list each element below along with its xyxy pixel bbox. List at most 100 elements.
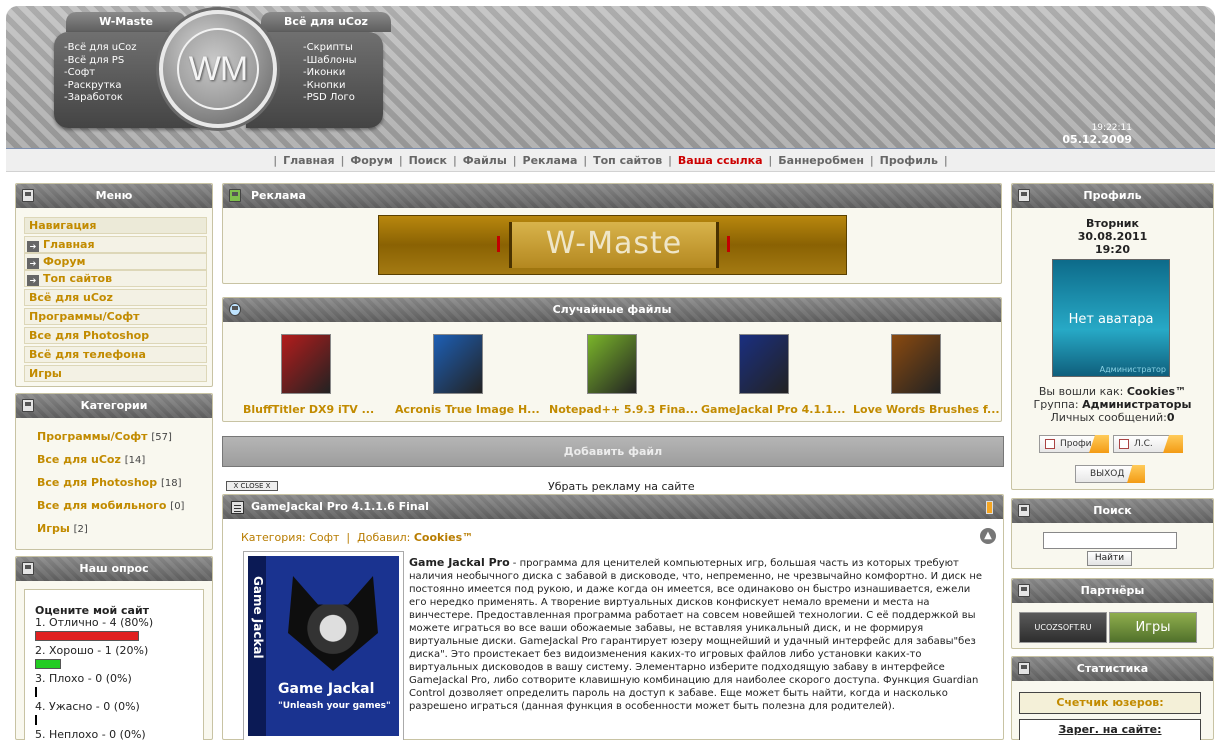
logo-link[interactable]: -Шаблоны — [303, 55, 357, 68]
article-image[interactable]: Game Jackal Game Jackal "Unleash your ga… — [243, 551, 404, 740]
nav-forum[interactable]: Форум — [350, 154, 393, 167]
menu-item-photoshop[interactable]: Все для Photoshop — [24, 327, 207, 344]
article-header: GameJackal Pro 4.1.1.6 Final — [223, 495, 1003, 519]
money-icon — [229, 189, 241, 202]
block-header: Меню — [16, 184, 212, 208]
remove-ad-link[interactable]: Убрать рекламу на сайте — [548, 480, 695, 493]
logout-button[interactable]: ВЫХОД — [1075, 465, 1145, 483]
poll-bar — [35, 631, 139, 641]
close-ad-button[interactable]: X CLOSE X — [226, 481, 278, 491]
logo-link[interactable]: -Раскрутка — [64, 80, 137, 93]
category-item[interactable]: Все для Photoshop [18] — [37, 476, 181, 489]
nav-sep: | — [273, 154, 278, 167]
logo-link[interactable]: -Всё для PS — [64, 55, 137, 68]
pm-button[interactable]: Л.С. — [1113, 435, 1183, 453]
category-item[interactable]: Все для uCoz [14] — [37, 453, 145, 466]
category-label: Категория: — [241, 531, 306, 544]
file-thumbnail — [738, 334, 789, 394]
partner-banner-ucozsoft[interactable]: UCOZSOFT.RU — [1019, 612, 1107, 643]
logged-user[interactable]: Cookies™ — [1127, 385, 1186, 398]
logo-link[interactable]: -Заработок — [64, 92, 137, 105]
block-header: Наш опрос — [16, 557, 212, 581]
file-thumbnail — [280, 334, 331, 394]
poll-option: 1. Отлично - 4 (80%) — [35, 616, 154, 629]
nav-banner-exchange[interactable]: Баннеробмен — [778, 154, 864, 167]
file-thumbnail — [586, 334, 637, 394]
menu-item-games[interactable]: Игры — [24, 365, 207, 382]
messages-label: Личных сообщений: — [1050, 411, 1167, 424]
category-item[interactable]: Программы/Софт [57] — [37, 430, 172, 443]
menu-item-software[interactable]: Программы/Софт — [24, 308, 207, 325]
partners-block: Партнёры UCOZSOFT.RU Игры — [1011, 578, 1214, 649]
arrow-up-icon[interactable]: ▲ — [980, 528, 996, 544]
block-title: Партнёры — [1080, 584, 1145, 597]
menu-item-label: Топ сайтов — [43, 272, 113, 285]
block-header: Статистика — [1012, 657, 1213, 681]
block-header: Случайные файлы — [223, 298, 1001, 322]
menu-list: Навигация ➔ Главная ➔ Форум ➔ Топ сайтов Вс… — [24, 217, 207, 384]
categories-block: Категории Программы/Софт [57] Все для uC… — [15, 393, 213, 550]
logo-link[interactable]: -Софт — [64, 67, 137, 80]
article-author[interactable]: Cookies™ — [414, 531, 473, 544]
logo-link[interactable]: -Иконки — [303, 67, 357, 80]
category-item[interactable]: Все для мобильного [0] — [37, 499, 184, 512]
nav-search[interactable]: Поиск — [409, 154, 447, 167]
block-icon — [1018, 504, 1030, 517]
file-card[interactable]: Notepad++ 5.9.3 Fina... — [549, 334, 698, 416]
block-header: Категории — [16, 394, 212, 418]
nav-your-link[interactable]: Ваша ссылка — [678, 154, 763, 167]
article-body: - программа для ценителей компьютерных и… — [409, 558, 983, 712]
block-title: Поиск — [1093, 504, 1132, 517]
logo-link[interactable]: -PSD Лого — [303, 92, 357, 105]
nav-home[interactable]: Главная — [283, 154, 335, 167]
menu-item-label: Форум — [43, 255, 86, 268]
user-counter: Счетчик юзеров: — [1019, 692, 1201, 714]
logo-link[interactable]: -Кнопки — [303, 80, 357, 93]
pm-button-label: Л.С. — [1134, 439, 1153, 449]
add-file-button[interactable]: Добавить файл — [222, 436, 1004, 467]
profile-button[interactable]: Профиль — [1039, 435, 1109, 453]
site-logo[interactable]: WM — [159, 10, 277, 128]
messages-count[interactable]: 0 — [1167, 411, 1175, 424]
arrow-right-icon: ➔ — [27, 258, 39, 269]
file-card[interactable]: BluffTitler DX9 iTV ... — [243, 334, 374, 416]
registered-online-label[interactable]: Зарег. на сайте: — [1058, 723, 1161, 736]
block-title: Профиль — [1083, 189, 1142, 202]
file-card[interactable]: Love Words Brushes f... — [853, 334, 1000, 416]
ad-banner[interactable]: W-Maste — [378, 215, 847, 275]
collapse-icon[interactable] — [986, 501, 993, 514]
header-date: 05.12.2009 — [1062, 133, 1132, 146]
menu-item-top-sites[interactable]: ➔ Топ сайтов — [24, 270, 207, 287]
category-name: Все для Photoshop — [37, 476, 158, 489]
menu-item-ucoz[interactable]: Всё для uCoz — [24, 289, 207, 306]
logo-link[interactable]: -Скрипты — [303, 42, 357, 55]
search-input[interactable] — [1043, 532, 1177, 549]
block-title: Меню — [95, 189, 133, 202]
menu-item-forum[interactable]: ➔ Форум — [24, 253, 207, 270]
article-category[interactable]: Софт — [309, 531, 339, 544]
file-card[interactable]: GameJackal Pro 4.1.1... — [701, 334, 846, 416]
nav-top-sites[interactable]: Топ сайтов — [593, 154, 662, 167]
bulb-icon — [229, 303, 241, 316]
menu-item-home[interactable]: ➔ Главная — [24, 236, 207, 253]
avatar[interactable]: Нет аватара Администратор — [1052, 259, 1170, 377]
article-title[interactable]: GameJackal Pro 4.1.1.6 Final — [251, 500, 429, 513]
file-card[interactable]: Acronis True Image H... — [395, 334, 540, 416]
nav-ads[interactable]: Реклама — [523, 154, 578, 167]
ad-banner-text: W-Maste — [545, 226, 683, 261]
partner-banner-games[interactable]: Игры — [1109, 612, 1197, 643]
logo-link[interactable]: -Всё для uCoz — [64, 42, 137, 55]
nav-sep: | — [512, 154, 517, 167]
block-icon — [22, 189, 34, 202]
nav-sep: | — [452, 154, 457, 167]
menu-item-phone[interactable]: Всё для телефона — [24, 346, 207, 363]
nav-files[interactable]: Файлы — [463, 154, 507, 167]
category-count: [14] — [124, 455, 146, 466]
category-item[interactable]: Игры [2] — [37, 522, 88, 535]
block-header: Реклама — [223, 184, 1001, 208]
file-name: GameJackal Pro 4.1.1... — [701, 403, 846, 416]
nav-profile[interactable]: Профиль — [880, 154, 938, 167]
search-button[interactable]: Найти — [1087, 551, 1132, 566]
poll-block: Наш опрос Оцените мой сайт 1. Отлично - … — [15, 556, 213, 740]
profile-block: Профиль Вторник 30.08.2011 19:20 Нет ава… — [1011, 183, 1214, 490]
